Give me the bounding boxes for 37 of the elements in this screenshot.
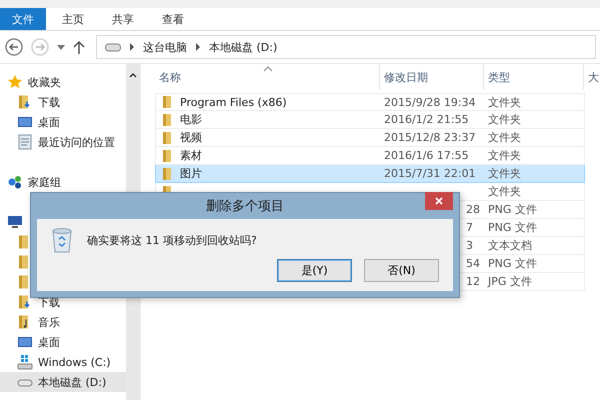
- modified-date: 28: [465, 203, 480, 216]
- file-name: 图片: [180, 166, 202, 181]
- file-type: PNG 文件: [488, 256, 537, 271]
- modified-date: 54: [465, 257, 480, 270]
- sidebar-label: 收藏夹: [28, 74, 61, 90]
- file-type: 文件夹: [488, 166, 521, 181]
- dialog-message: 确实要将这 11 项移动到回收站吗?: [87, 232, 257, 248]
- file-type: PNG 文件: [488, 202, 537, 217]
- file-type: JPG 文件: [488, 274, 532, 289]
- modified-date: 3: [465, 239, 473, 252]
- modified-date: 2015/12/8 23:37: [384, 131, 476, 144]
- modified-date: 2015/9/28 19:34: [384, 96, 476, 108]
- sidebar-label: 家庭组: [28, 174, 61, 190]
- sidebar-label: Windows (C:): [38, 356, 111, 368]
- file-type: 文件夹: [488, 130, 521, 145]
- sidebar-label: 桌面: [38, 114, 60, 130]
- modified-date: 2015/7/31 22:01: [384, 167, 476, 180]
- dialog-title: 删除多个项目: [206, 198, 284, 215]
- sidebar-label: 下载: [38, 94, 60, 110]
- sidebar-label: 最近访问的位置: [38, 134, 115, 150]
- sidebar-label: 音乐: [38, 314, 60, 330]
- sidebar-label: 本地磁盘 (D:): [38, 374, 106, 390]
- modified-date: 2016/1/6 17:55: [384, 149, 469, 162]
- file-type: 文本文档: [488, 238, 532, 253]
- modified-date: 2016/1/2 21:55: [384, 113, 469, 126]
- file-name: Program Files (x86): [180, 96, 287, 108]
- file-type: 文件夹: [488, 148, 521, 163]
- file-type: PNG 文件: [488, 220, 537, 235]
- modified-date: 7: [465, 221, 473, 234]
- file-name: 素材: [180, 148, 202, 163]
- file-name: 电影: [180, 112, 202, 127]
- file-type: 文件夹: [488, 94, 521, 110]
- file-type: 文件夹: [488, 112, 521, 127]
- file-type: 文件夹: [488, 184, 521, 199]
- file-name: 视频: [180, 130, 202, 145]
- modified-date: 12: [465, 275, 480, 288]
- sidebar-label: 桌面: [38, 334, 60, 350]
